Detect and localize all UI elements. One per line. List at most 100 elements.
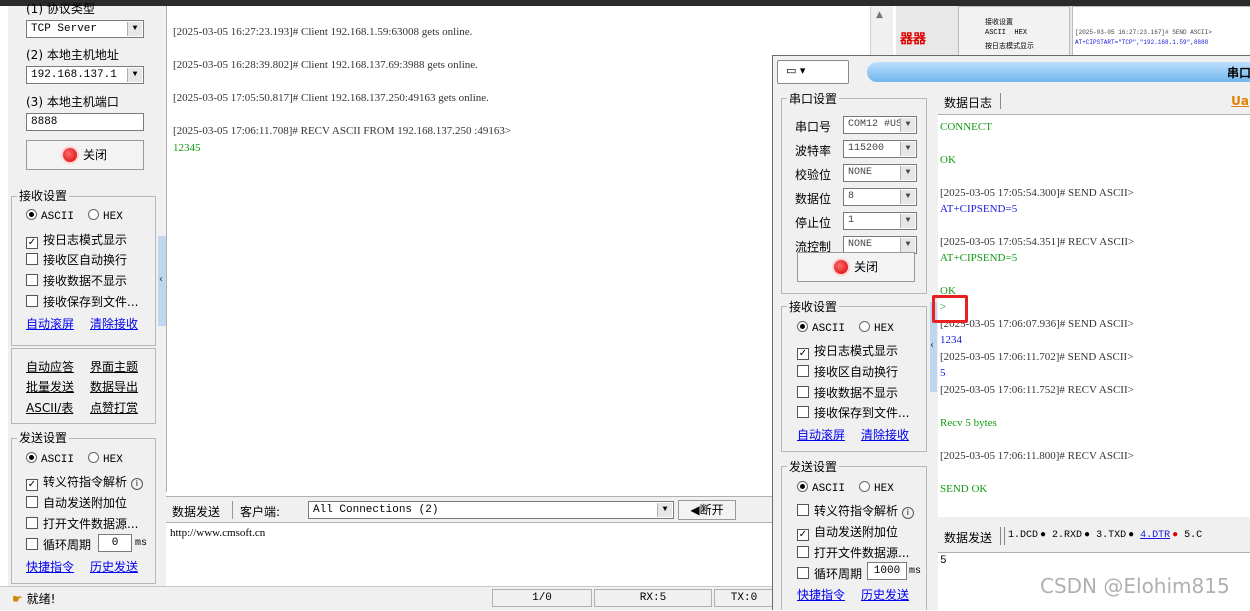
- escape-parse-checkbox[interactable]: ✓ 转义符指令解析 i: [26, 473, 143, 491]
- host-address-select[interactable]: 192.168.137.1 ▼: [26, 66, 144, 84]
- connection-select[interactable]: All Connections (2) ▼: [308, 501, 674, 519]
- serial-field-value: 115200: [848, 143, 885, 154]
- close-button[interactable]: 关闭: [26, 140, 144, 170]
- send-ascii-radio[interactable]: ASCII: [26, 452, 74, 466]
- serial-quick-link[interactable]: 快捷指令: [797, 586, 845, 603]
- recv-hex-label: HEX: [103, 211, 123, 223]
- protocol-select[interactable]: TCP Server ▼: [26, 20, 144, 38]
- chevron-down-icon[interactable]: ▼: [657, 503, 672, 517]
- chevron-down-icon[interactable]: ▼: [900, 238, 915, 252]
- log-mode-checkbox[interactable]: ✓ 按日志模式显示: [26, 231, 127, 249]
- checkmark-icon: ✓: [797, 348, 809, 360]
- background-thumb-settings: 接收设置 ASCII HEX 按日志模式显示: [958, 6, 1070, 58]
- send-hex-radio[interactable]: HEX: [88, 452, 123, 466]
- cycle-checkbox[interactable]: 循环周期: [26, 536, 91, 553]
- serial-log-area[interactable]: CONNECT OK [2025-03-05 17:05:54.300]# SEND…: [932, 114, 1250, 517]
- disconnect-button[interactable]: ◀断开: [678, 500, 736, 520]
- checkbox-icon: [26, 517, 38, 529]
- serial-log-line: 5: [940, 367, 946, 379]
- quick-commands-link[interactable]: 快捷指令: [26, 558, 74, 575]
- send-input-area[interactable]: http://www.cmsoft.cn: [166, 522, 772, 579]
- serial-field-select[interactable]: 1 ▼: [843, 212, 917, 230]
- serial-hide-data-checkbox[interactable]: 接收数据不显示: [797, 384, 898, 401]
- chevron-down-icon[interactable]: ▼: [900, 142, 915, 156]
- scroll-up-icon[interactable]: ▲: [876, 10, 883, 20]
- serial-history-link[interactable]: 历史发送: [861, 586, 909, 603]
- append-bits-checkbox[interactable]: 自动发送附加位: [26, 494, 127, 511]
- serial-send-ascii-radio[interactable]: ASCII: [797, 481, 845, 495]
- log-line: [2025-03-05 17:06:11.708]# RECV ASCII FR…: [173, 125, 512, 137]
- thumb-hex: HEX: [1014, 29, 1028, 37]
- hide-data-checkbox[interactable]: 接收数据不显示: [26, 272, 127, 289]
- serial-log-line: [2025-03-05 17:06:11.800]# RECV ASCII>: [940, 450, 1134, 462]
- chevron-down-icon[interactable]: ▼: [127, 22, 142, 36]
- radio-selected-icon: [797, 481, 808, 492]
- auto-scroll-link[interactable]: 自动滚屏: [26, 315, 74, 332]
- file-source-checkbox[interactable]: 打开文件数据源...: [26, 515, 138, 532]
- batch-send-link[interactable]: 批量发送: [26, 378, 74, 395]
- host-port-input[interactable]: 8888: [26, 113, 144, 131]
- save-to-file-checkbox[interactable]: 接收保存到文件...: [26, 293, 138, 310]
- serial-field-select[interactable]: 115200 ▼: [843, 140, 917, 158]
- serial-append-checkbox[interactable]: ✓ 自动发送附加位: [797, 523, 898, 541]
- collapse-arrow-icon[interactable]: ‹: [930, 340, 934, 351]
- serial-cycle-input[interactable]: 1000: [867, 562, 907, 580]
- recv-ascii-radio[interactable]: ASCII: [26, 209, 74, 223]
- window-menu-icon[interactable]: ▭ ▾: [786, 64, 805, 77]
- data-export-link[interactable]: 数据导出: [90, 378, 138, 395]
- chevron-down-icon[interactable]: ▼: [900, 118, 915, 132]
- log-tab-right[interactable]: Ua: [1231, 94, 1249, 108]
- send-history-link[interactable]: 历史发送: [90, 558, 138, 575]
- recv-hex-radio[interactable]: HEX: [88, 209, 123, 223]
- log-tab[interactable]: 数据日志: [944, 94, 992, 111]
- serial-log-mode-label: 按日志模式显示: [814, 344, 899, 358]
- cycle-input[interactable]: 0: [98, 534, 132, 552]
- serial-recv-ascii-label: ASCII: [812, 323, 846, 335]
- serial-escape-checkbox[interactable]: 转义符指令解析 i: [797, 502, 914, 519]
- clear-receive-link[interactable]: 清除接收: [90, 315, 138, 332]
- checkbox-icon: [26, 538, 38, 550]
- panel-splitter[interactable]: ‹: [158, 236, 166, 326]
- menu-tab[interactable]: ▭ ▾: [777, 60, 849, 84]
- theme-link[interactable]: 界面主题: [90, 358, 138, 375]
- send-tab[interactable]: 数据发送: [172, 503, 220, 520]
- info-icon[interactable]: i: [130, 478, 143, 490]
- chevron-down-icon[interactable]: ▼: [900, 214, 915, 228]
- serial-auto-wrap-checkbox[interactable]: 接收区自动换行: [797, 363, 898, 380]
- connection-value: All Connections (2): [313, 504, 439, 516]
- ascii-table-link[interactable]: ASCII/表: [26, 399, 73, 416]
- thumb-log-line: AT+CIPSTART="TCP","192.168.1.59",8888: [1075, 39, 1209, 46]
- pin-led-icon: ●: [1084, 530, 1091, 541]
- serial-recv-ascii-radio[interactable]: ASCII: [797, 321, 845, 335]
- info-icon[interactable]: i: [901, 507, 914, 519]
- log-line: [2025-03-05 17:05:50.817]# Client 192.16…: [173, 92, 489, 104]
- receive-log-area[interactable]: [2025-03-05 16:27:23.193]# Client 192.16…: [166, 6, 773, 492]
- chevron-down-icon[interactable]: ▼: [900, 190, 915, 204]
- serial-file-source-checkbox[interactable]: 打开文件数据源...: [797, 544, 909, 561]
- cycle-unit: ms: [135, 538, 148, 549]
- serial-send-tab[interactable]: 数据发送: [944, 529, 992, 546]
- donate-link[interactable]: 点赞打赏: [90, 399, 138, 416]
- client-label: 客户端:: [240, 505, 281, 519]
- serial-log-mode-checkbox[interactable]: ✓ 按日志模式显示: [797, 342, 898, 360]
- auto-wrap-label: 接收区自动换行: [43, 253, 128, 267]
- chevron-down-icon[interactable]: ▼: [127, 68, 142, 82]
- serial-recv-hex-radio[interactable]: HEX: [859, 321, 894, 335]
- serial-clear-link[interactable]: 清除接收: [861, 426, 909, 443]
- received-data: 12345: [173, 142, 201, 154]
- serial-auto-scroll-link[interactable]: 自动滚屏: [797, 426, 845, 443]
- serial-send-hex-radio[interactable]: HEX: [859, 481, 894, 495]
- chevron-down-icon[interactable]: ▼: [900, 166, 915, 180]
- auto-wrap-checkbox[interactable]: 接收区自动换行: [26, 251, 127, 268]
- serial-field-select[interactable]: COM12 #US ▼: [843, 116, 917, 134]
- serial-field-select[interactable]: NONE ▼: [843, 164, 917, 182]
- serial-log-line: OK: [940, 154, 956, 166]
- serial-close-button[interactable]: 关闭: [797, 252, 915, 282]
- serial-field-select[interactable]: 8 ▼: [843, 188, 917, 206]
- serial-cycle-checkbox[interactable]: 循环周期: [797, 565, 862, 582]
- auto-reply-link[interactable]: 自动应答: [26, 358, 74, 375]
- serial-field-value: 1: [848, 215, 855, 226]
- serial-save-file-checkbox[interactable]: 接收保存到文件...: [797, 404, 909, 421]
- collapse-arrow-icon[interactable]: ‹: [159, 274, 163, 285]
- serial-field-value: COM12 #US: [848, 119, 903, 130]
